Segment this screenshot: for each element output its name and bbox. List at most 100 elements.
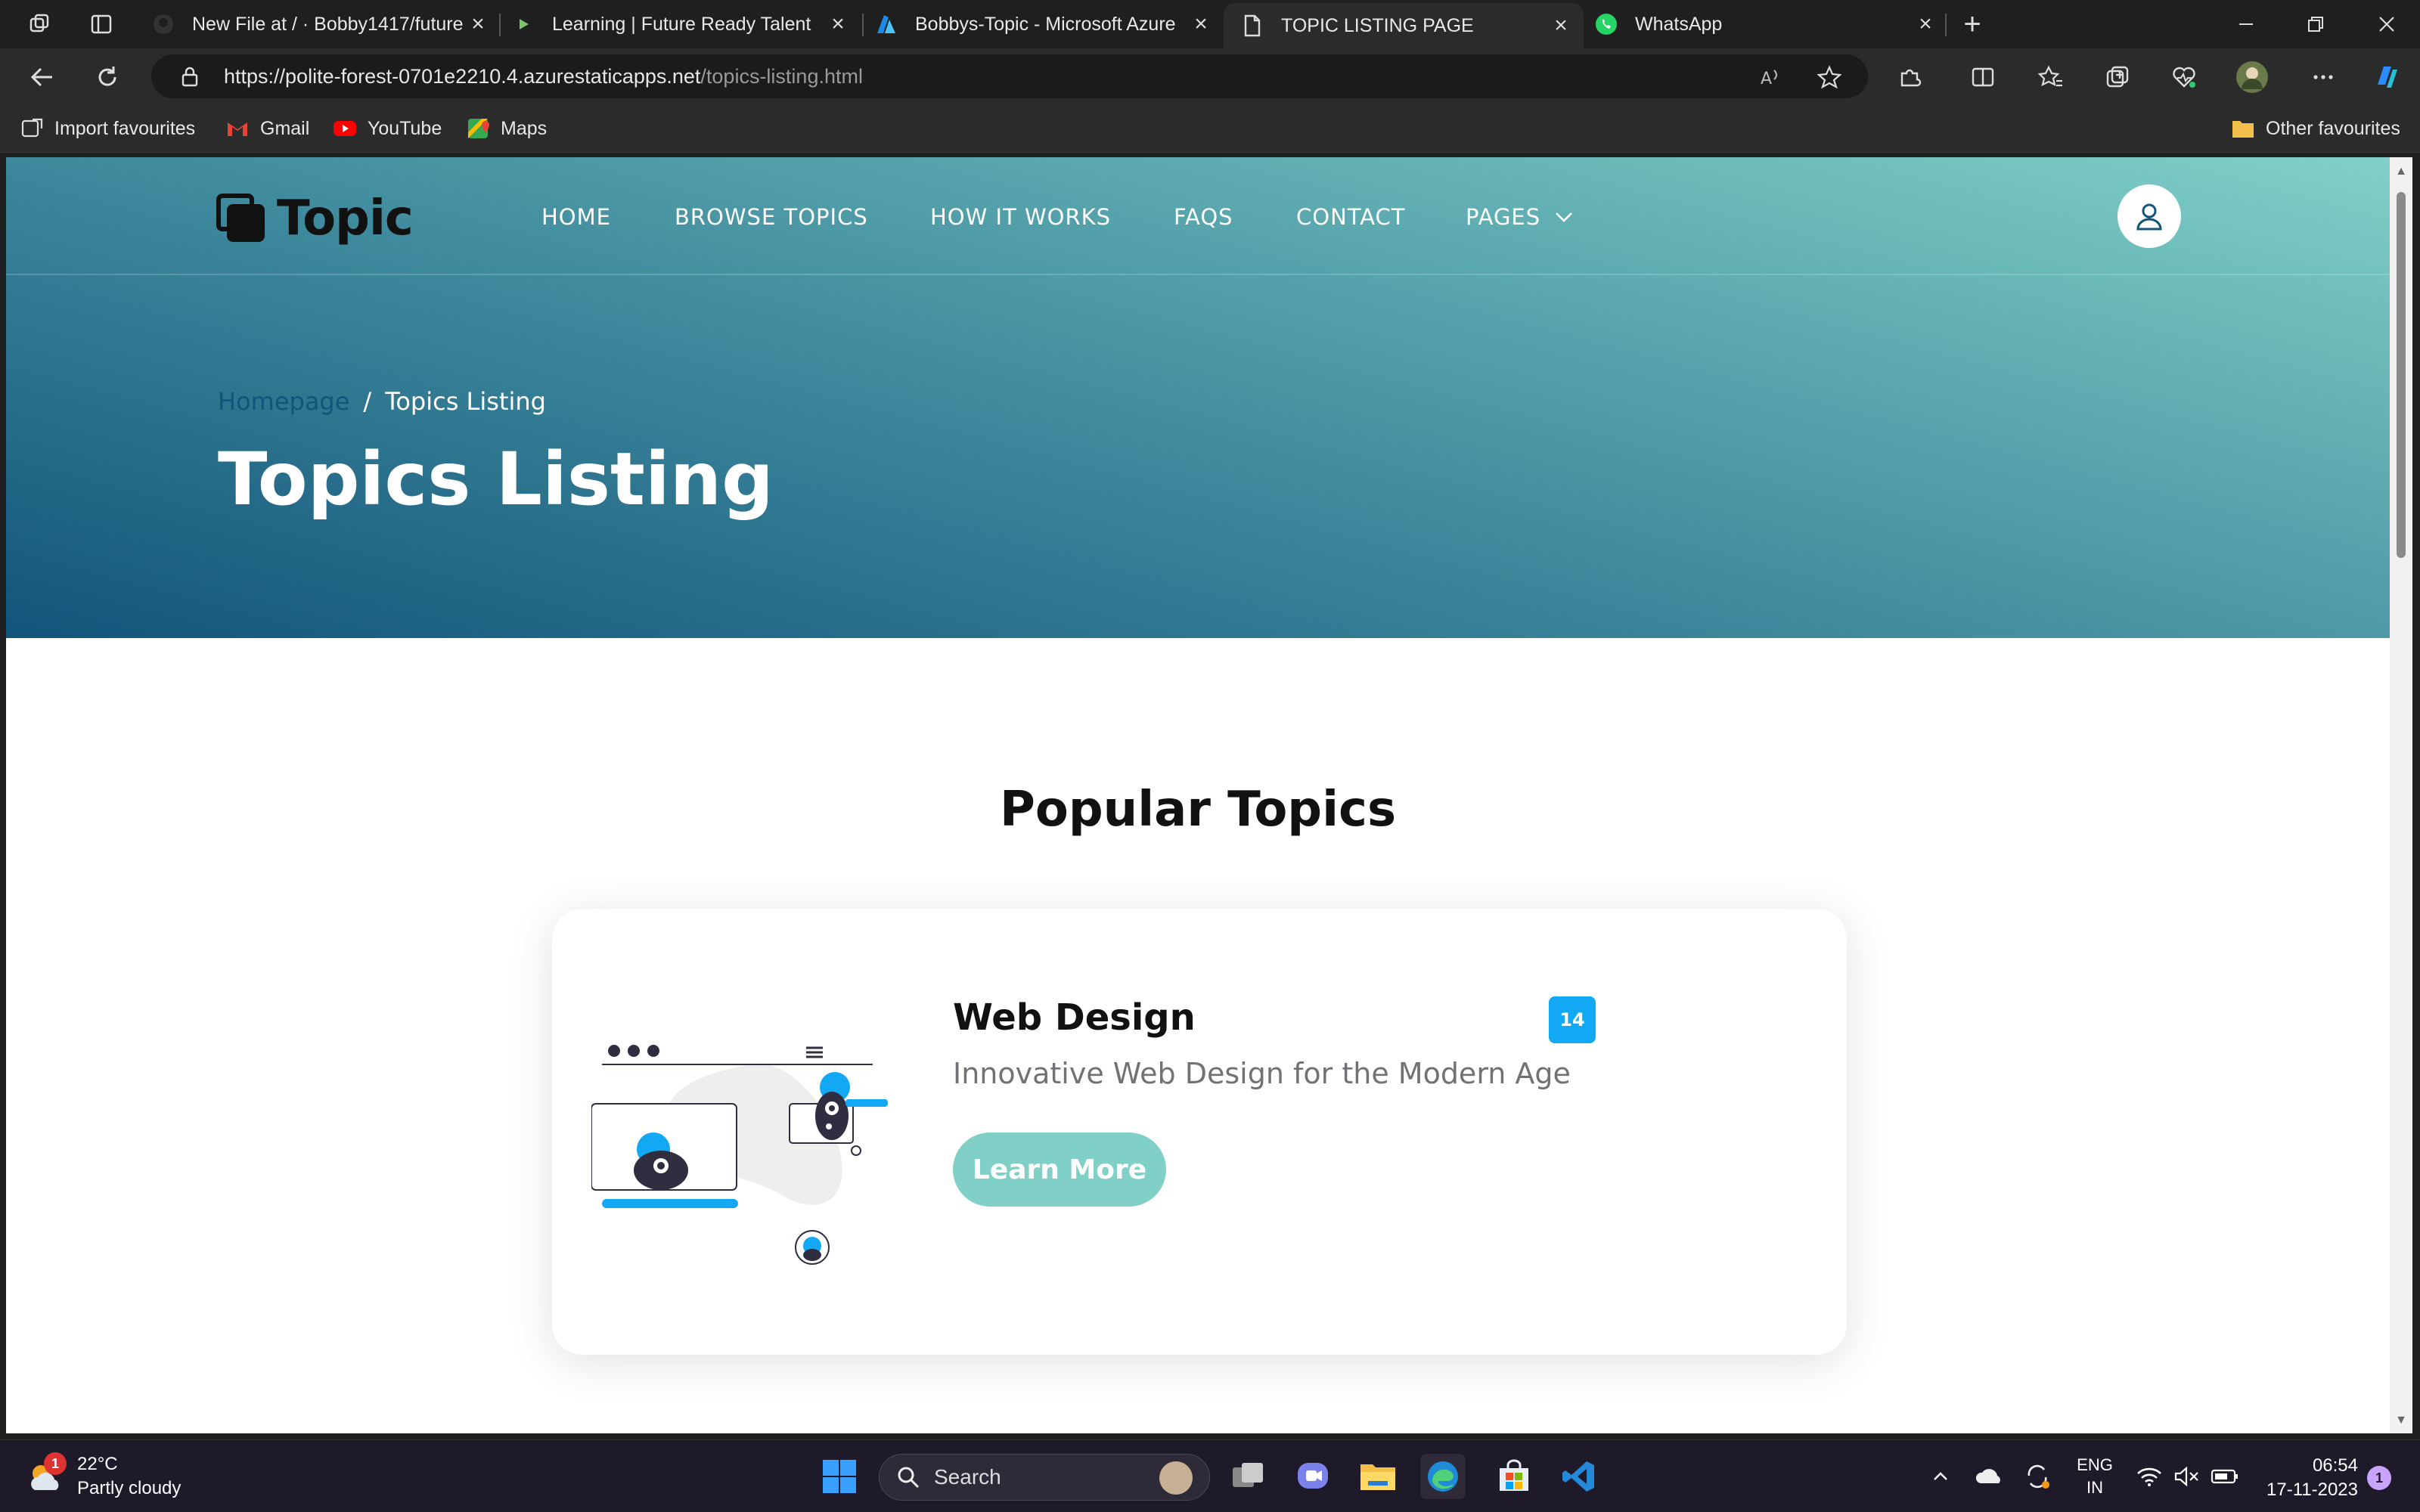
user-account-button[interactable] — [2118, 184, 2181, 248]
weather-temperature: 22°C — [77, 1454, 118, 1474]
topic-card-title[interactable]: Web Design — [953, 996, 1196, 1039]
minimize-icon[interactable] — [2223, 8, 2269, 41]
lock-icon[interactable] — [178, 65, 201, 88]
close-icon[interactable]: × — [466, 11, 490, 37]
scroll-up-icon[interactable]: ▲ — [2394, 165, 2408, 178]
favourite-label: Gmail — [260, 117, 310, 139]
page-title: Topics Listing — [218, 437, 774, 522]
nav-divider — [6, 274, 2390, 275]
close-icon[interactable]: × — [826, 11, 850, 37]
windows-start-icon[interactable] — [817, 1454, 862, 1499]
close-icon[interactable]: × — [1189, 11, 1213, 37]
close-icon[interactable]: × — [1913, 11, 1938, 37]
favourite-youtube[interactable]: YouTube — [333, 115, 442, 142]
more-options-icon[interactable] — [2305, 59, 2341, 95]
weather-description: Partly cloudy — [77, 1478, 182, 1498]
extensions-icon[interactable] — [1892, 59, 1928, 95]
split-screen-icon[interactable] — [1965, 59, 2001, 95]
favourite-import[interactable]: Import favourites — [20, 115, 195, 142]
system-clock[interactable]: 06:54 17-11-2023 — [2260, 1454, 2358, 1502]
partly-cloudy-icon: 1 — [26, 1452, 67, 1496]
tab-divider — [499, 14, 501, 36]
site-logo[interactable]: Topic — [216, 191, 414, 246]
tab-divider — [862, 14, 864, 36]
nav-how-it-works[interactable]: HOW IT WORKS — [930, 204, 1111, 230]
region-code: IN — [2086, 1478, 2103, 1497]
topic-card[interactable]: Web Design 14 Innovative Web Design for … — [552, 909, 1847, 1355]
nav-browse-topics[interactable]: BROWSE TOPICS — [675, 204, 868, 230]
scrollbar-thumb[interactable] — [2397, 192, 2406, 558]
collections-icon[interactable] — [2099, 59, 2136, 95]
gmail-icon — [225, 116, 250, 141]
favourites-icon[interactable] — [2033, 59, 2069, 95]
tab-whatsapp[interactable]: WhatsApp × — [1594, 5, 1938, 44]
new-tab-icon[interactable]: + — [1950, 8, 1995, 41]
nav-contact[interactable]: CONTACT — [1296, 204, 1406, 230]
battery-icon[interactable] — [2208, 1454, 2242, 1499]
file-explorer-icon[interactable] — [1355, 1454, 1401, 1499]
tab-github[interactable]: New File at / · Bobby1417/future × — [151, 5, 490, 44]
scroll-down-icon[interactable]: ▼ — [2394, 1414, 2408, 1427]
play-icon — [511, 12, 535, 36]
learn-more-button[interactable]: Learn More — [953, 1132, 1166, 1207]
microsoft-store-icon[interactable] — [1491, 1454, 1537, 1499]
wifi-icon[interactable] — [2134, 1454, 2164, 1499]
language-indicator[interactable]: ENG IN — [2072, 1454, 2118, 1499]
azure-icon — [874, 12, 898, 36]
chevron-down-icon — [1556, 212, 1573, 222]
workspaces-icon[interactable] — [26, 11, 53, 38]
tab-topic-listing[interactable]: TOPIC LISTING PAGE × — [1224, 3, 1584, 48]
whatsapp-icon — [1594, 12, 1618, 36]
clock-date: 17-11-2023 — [2266, 1479, 2358, 1500]
tab-title: New File at / · Bobby1417/future — [192, 13, 464, 35]
logo-icon — [216, 194, 266, 243]
task-view-icon[interactable] — [1225, 1454, 1270, 1499]
web-page: Topic HOME BROWSE TOPICS HOW IT WORKS FA… — [6, 157, 2390, 1433]
tab-azure[interactable]: Bobbys-Topic - Microsoft Azure × — [874, 5, 1213, 44]
favourites-bar: Import favourites Gmail YouTube Maps Oth… — [0, 104, 2420, 153]
notification-badge[interactable]: 1 — [2367, 1466, 2391, 1490]
nav-pages-label: PAGES — [1466, 204, 1541, 230]
favourite-gmail[interactable]: Gmail — [225, 115, 309, 142]
weather-widget[interactable]: 1 22°C Partly cloudy — [26, 1452, 181, 1501]
search-highlight-icon — [1159, 1461, 1193, 1495]
search-icon — [898, 1467, 920, 1489]
tab-learning[interactable]: Learning | Future Ready Talent × — [511, 5, 850, 44]
import-icon — [20, 116, 44, 141]
user-icon — [2136, 203, 2162, 231]
nav-home[interactable]: HOME — [541, 204, 611, 230]
volume-muted-icon[interactable] — [2172, 1454, 2202, 1499]
vscode-icon[interactable] — [1556, 1454, 1602, 1499]
vertical-tabs-icon[interactable] — [88, 11, 115, 38]
url-host: https://polite-forest-0701e2210.4.azures… — [224, 64, 701, 88]
profile-avatar[interactable] — [2234, 59, 2270, 95]
close-icon[interactable]: × — [1549, 13, 1573, 39]
refresh-icon[interactable] — [89, 59, 126, 95]
address-bar[interactable]: https://polite-forest-0701e2210.4.azures… — [151, 54, 1868, 98]
favourite-maps[interactable]: Maps — [466, 115, 547, 142]
windows-taskbar: 1 22°C Partly cloudy Search ENG IN 06:54… — [0, 1439, 2420, 1512]
url-text[interactable]: https://polite-forest-0701e2210.4.azures… — [224, 65, 863, 88]
address-bar-row: https://polite-forest-0701e2210.4.azures… — [0, 48, 2420, 104]
restore-icon[interactable] — [2293, 8, 2338, 41]
favourite-other-folder[interactable]: Other favourites — [2231, 115, 2400, 142]
page-scrollbar[interactable]: ▲ ▼ — [2390, 157, 2412, 1433]
other-favourites-label: Other favourites — [2266, 117, 2400, 139]
edge-browser-icon[interactable] — [1420, 1454, 1466, 1499]
breadcrumb-homepage-link[interactable]: Homepage — [218, 387, 349, 416]
show-hidden-icons[interactable] — [1927, 1454, 1954, 1499]
section-title: Popular Topics — [999, 782, 1397, 838]
browser-essentials-icon[interactable] — [2166, 59, 2202, 95]
nav-faqs[interactable]: FAQS — [1174, 204, 1233, 230]
breadcrumb-separator: / — [363, 387, 372, 416]
read-aloud-icon[interactable]: A — [1758, 64, 1783, 90]
taskbar-search[interactable]: Search — [879, 1454, 1210, 1501]
close-window-icon[interactable] — [2364, 8, 2409, 41]
copilot-icon[interactable] — [2369, 59, 2405, 95]
nav-pages-dropdown[interactable]: PAGES — [1466, 204, 1574, 230]
sync-icon[interactable] — [2021, 1454, 2054, 1499]
back-icon[interactable] — [24, 59, 60, 95]
onedrive-icon[interactable] — [1972, 1454, 2006, 1499]
teams-chat-icon[interactable] — [1290, 1454, 1336, 1499]
favourite-star-icon[interactable] — [1817, 64, 1842, 90]
